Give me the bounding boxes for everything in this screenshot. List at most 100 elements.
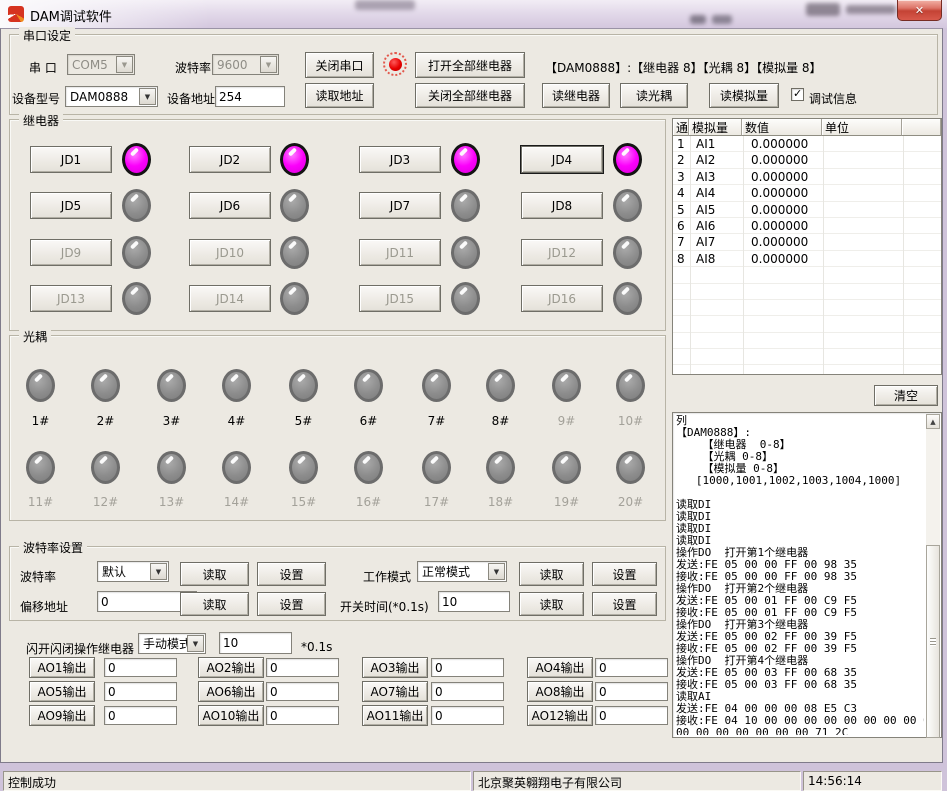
table-row: 3AI30.000000 (673, 169, 941, 185)
window-title: DAM调试软件 (30, 6, 112, 25)
ao-value-input-11[interactable] (431, 706, 504, 725)
table-cell (822, 202, 902, 217)
table-row: 5AI50.000000 (673, 202, 941, 218)
table-cell: 0.000000 (742, 152, 822, 167)
table-cell (742, 267, 822, 282)
table-cell: 4 (673, 185, 689, 200)
ao-output-button-11[interactable]: AO11输出 (362, 705, 428, 726)
table-cell (822, 234, 902, 249)
ao-value-input-6[interactable] (266, 682, 339, 701)
table-cell (742, 365, 822, 374)
ao-value-input-9[interactable] (104, 706, 177, 725)
ao-value-input-7[interactable] (431, 682, 504, 701)
desktop-artifact (806, 3, 840, 16)
table-cell (822, 152, 902, 167)
ao-value-input-12[interactable] (595, 706, 668, 725)
table-cell (822, 284, 902, 299)
ao-value-input-2[interactable] (266, 658, 339, 677)
table-cell (673, 349, 689, 364)
table-row: 1AI10.000000 (673, 136, 941, 152)
table-cell (742, 349, 822, 364)
log-text: 列 【DAM0888】: 【继电器 0-8】 【光耦 0-8】 【模拟量 0-8… (676, 415, 924, 735)
scrollbar-thumb[interactable] (926, 545, 940, 738)
ao-output-button-3[interactable]: AO3输出 (362, 657, 428, 678)
ao-grid: AO1输出 AO2输出 AO3输出 AO4输出 AO5输出 AO6输出 AO7输出 AO8输出… (1, 29, 671, 739)
ao-output-button-8[interactable]: AO8输出 (527, 681, 593, 702)
app-icon[interactable] (8, 6, 24, 22)
clear-log-button[interactable]: 清空 (874, 385, 938, 406)
ao-value-input-8[interactable] (595, 682, 668, 701)
ao-value-input-1[interactable] (104, 658, 177, 677)
table-gridline (743, 136, 744, 374)
table-cell: 0.000000 (742, 169, 822, 184)
analog-col-header-1: 模拟量 (689, 119, 742, 136)
status-company: 北京聚英翱翔电子有限公司 (473, 771, 801, 791)
table-cell: 6 (673, 218, 689, 233)
close-button[interactable] (897, 0, 942, 21)
ao-value-input-4[interactable] (595, 658, 668, 677)
ao-output-button-1[interactable]: AO1输出 (29, 657, 95, 678)
read-analog-button[interactable]: 读模拟量 (709, 83, 779, 108)
table-cell (822, 185, 902, 200)
ao-output-button-10[interactable]: AO10输出 (198, 705, 264, 726)
table-cell: 5 (673, 202, 689, 217)
ao-output-button-7[interactable]: AO7输出 (362, 681, 428, 702)
desktop-artifact (712, 15, 732, 24)
debug-info-checkbox[interactable] (791, 88, 804, 101)
analog-table-header: 通模拟量数值单位 (673, 119, 941, 136)
table-cell: AI4 (689, 185, 742, 200)
table-cell (689, 349, 742, 364)
table-cell (673, 267, 689, 282)
ao-output-button-6[interactable]: AO6输出 (198, 681, 264, 702)
ao-value-input-3[interactable] (431, 658, 504, 677)
table-cell (742, 300, 822, 315)
ao-output-button-5[interactable]: AO5输出 (29, 681, 95, 702)
table-cell: AI6 (689, 218, 742, 233)
table-row (673, 284, 941, 300)
table-row (673, 267, 941, 283)
table-cell: 1 (673, 136, 689, 151)
table-row: 2AI20.000000 (673, 152, 941, 168)
table-cell (689, 267, 742, 282)
app-window: 串口设定 串 口 COM5 波特率 9600 关闭串口 打开全部继电器 【DAM… (0, 28, 943, 763)
table-cell: AI3 (689, 169, 742, 184)
table-cell (822, 316, 902, 331)
ao-output-button-9[interactable]: AO9输出 (29, 705, 95, 726)
table-row (673, 316, 941, 332)
table-cell: AI7 (689, 234, 742, 249)
table-cell (673, 365, 689, 374)
table-cell (822, 365, 902, 374)
table-cell (742, 333, 822, 348)
ao-value-input-5[interactable] (104, 682, 177, 701)
ao-output-button-4[interactable]: AO4输出 (527, 657, 593, 678)
status-time: 14:56:14 (803, 771, 942, 791)
table-row (673, 365, 941, 374)
ao-output-button-2[interactable]: AO2输出 (198, 657, 264, 678)
table-cell: AI5 (689, 202, 742, 217)
table-cell (689, 365, 742, 374)
table-cell (742, 316, 822, 331)
title-bar[interactable]: DAM调试软件 (0, 0, 947, 28)
desktop-artifact (690, 15, 706, 24)
table-cell (822, 300, 902, 315)
table-row (673, 300, 941, 316)
ao-output-button-12[interactable]: AO12输出 (527, 705, 593, 726)
table-cell: 0.000000 (742, 251, 822, 266)
table-cell: AI2 (689, 152, 742, 167)
table-cell (822, 251, 902, 266)
table-cell (742, 284, 822, 299)
table-cell (689, 333, 742, 348)
table-cell (822, 169, 902, 184)
ao-value-input-10[interactable] (266, 706, 339, 725)
scroll-up-icon[interactable] (926, 414, 940, 429)
log-scrollbar[interactable] (926, 414, 940, 736)
table-row (673, 349, 941, 365)
table-cell (689, 316, 742, 331)
log-box[interactable]: 列 【DAM0888】: 【继电器 0-8】 【光耦 0-8】 【模拟量 0-8… (672, 412, 942, 738)
table-gridline (823, 136, 824, 374)
table-row: 4AI40.000000 (673, 185, 941, 201)
table-cell: AI1 (689, 136, 742, 151)
status-message: 控制成功 (3, 771, 471, 791)
table-cell (822, 136, 902, 151)
table-cell (673, 300, 689, 315)
